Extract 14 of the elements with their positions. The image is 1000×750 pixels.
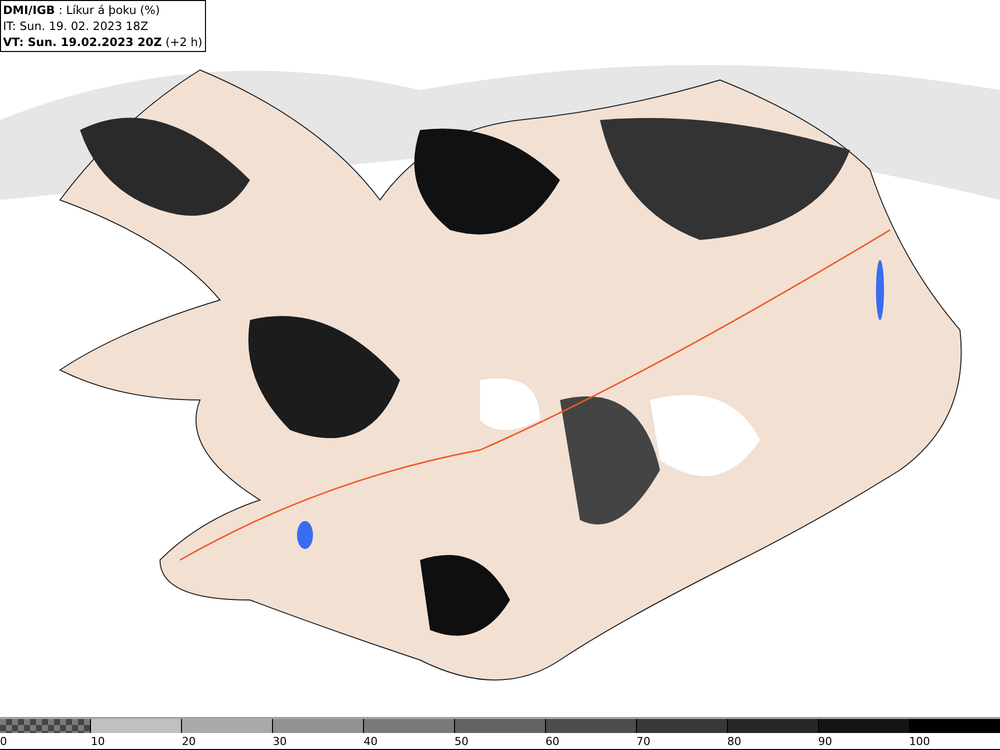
map-title: DMI/IGB : Líkur á þoku (%) (3, 2, 161, 18)
legend-label: 100 (909, 735, 930, 748)
time-label: VT: Sun. 19.02.2023 20Z (+2 h) (3, 34, 202, 50)
time-label: IT: Sun. 19. 02. 2023 18Z (3, 18, 150, 34)
legend-label: 60 (545, 735, 560, 748)
legend-label: 30 (272, 735, 287, 748)
legend-label: 90 (818, 735, 832, 748)
legend-label: 50 (454, 735, 469, 748)
legend-label: 80 (727, 735, 742, 748)
legend-label: 70 (636, 735, 650, 748)
legend-label: 20 (182, 735, 196, 748)
legend-label: 0 (0, 735, 7, 748)
legend-label: 10 (90, 735, 105, 748)
legend-label: 40 (364, 735, 378, 748)
